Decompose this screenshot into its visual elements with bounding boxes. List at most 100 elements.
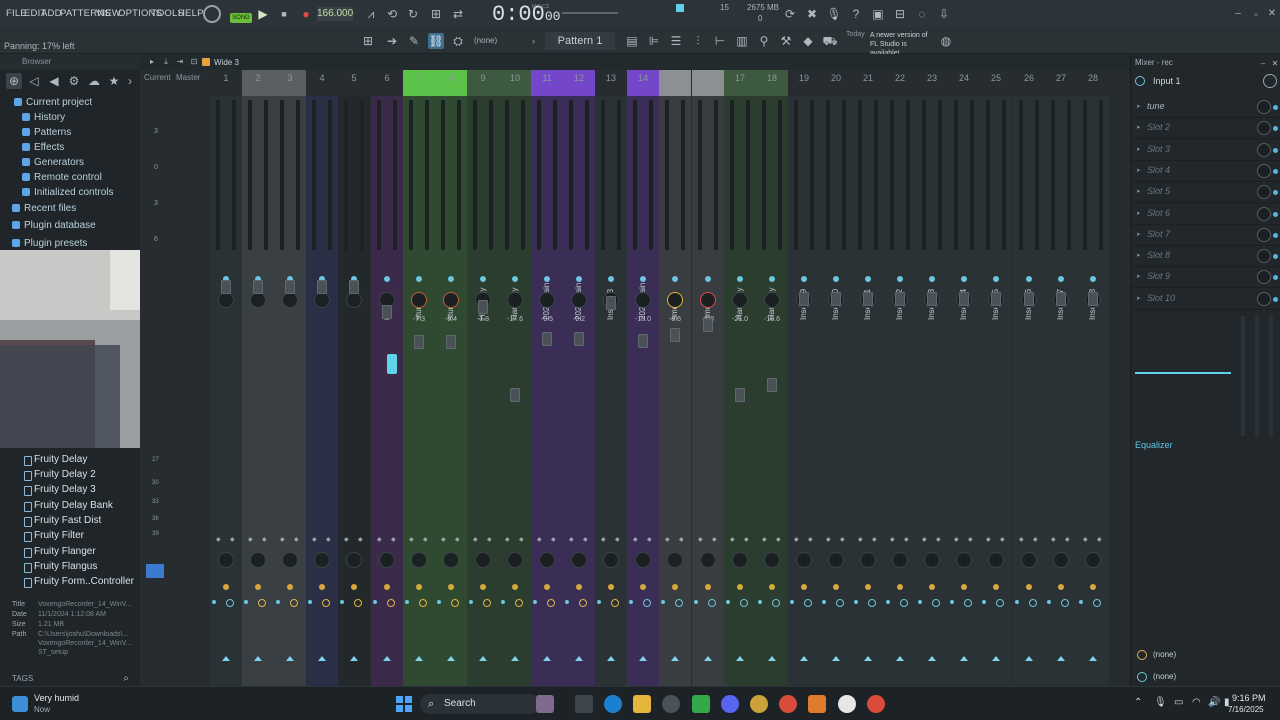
swap-left-icon[interactable]: ◆ [569, 536, 574, 543]
route-led[interactable] [244, 600, 248, 604]
slot-mix-knob[interactable] [1257, 206, 1271, 221]
route-arrow-icon[interactable] [222, 656, 230, 661]
output-selector[interactable]: (none) [1153, 650, 1176, 659]
send-switch[interactable] [319, 584, 325, 590]
swap-left-icon[interactable]: ◆ [826, 536, 831, 543]
snap-selector[interactable]: (none) [474, 36, 497, 45]
strip-enable-led[interactable] [801, 276, 807, 282]
strip-number[interactable]: 18 [756, 70, 788, 96]
stereo-separation-knob[interactable] [250, 552, 266, 568]
send-switch[interactable] [1026, 584, 1032, 590]
volume-fader[interactable] [895, 292, 905, 306]
stereo-separation-knob[interactable] [1053, 552, 1069, 568]
strip-enable-led[interactable] [480, 276, 486, 282]
plugin-item[interactable]: Fruity Form..Controller [23, 576, 134, 588]
swap-left-icon[interactable]: ◆ [377, 536, 382, 543]
strip-number[interactable]: 25 [980, 70, 1012, 96]
route-knob[interactable] [419, 599, 427, 607]
recording-mode-icon[interactable] [203, 5, 221, 23]
swap-left-icon[interactable]: ◆ [665, 536, 670, 543]
volume-fader[interactable] [799, 292, 809, 306]
slot-mix-knob[interactable] [1257, 227, 1271, 242]
eq-curve[interactable] [1135, 372, 1231, 374]
mixer-strip[interactable]: 23Insert 23◆◆ [916, 70, 948, 686]
gift-icon[interactable]: ◆ [800, 33, 816, 49]
panel-close-icon[interactable]: ✕ [1267, 56, 1280, 72]
send-switch[interactable] [993, 584, 999, 590]
send-switch[interactable] [416, 584, 422, 590]
route-knob[interactable] [579, 599, 587, 607]
route-knob[interactable] [772, 599, 780, 607]
mixer-strip[interactable]: 2 ◆ ◆ [242, 70, 274, 686]
route-arrow-icon[interactable] [704, 656, 712, 661]
preset-folder-icon[interactable] [202, 58, 210, 66]
swap-left-icon[interactable]: ◆ [216, 536, 221, 543]
stereo-separation-knob[interactable] [314, 552, 330, 568]
slot-arrow-icon[interactable]: ▸ [1137, 123, 1141, 131]
effect-slot[interactable]: ▸ Slot 5 [1131, 183, 1280, 204]
strip-enable-led[interactable] [865, 276, 871, 282]
play-icon[interactable]: ▶ [255, 6, 271, 22]
route-led[interactable] [276, 600, 280, 604]
playlist-icon[interactable]: ⊞ [360, 33, 376, 49]
link-icon[interactable]: ⛓ [428, 33, 444, 49]
tree-plugin-database[interactable]: Plugin database [12, 220, 96, 231]
close-icon[interactable]: ✕ [1264, 6, 1280, 22]
stop-icon[interactable]: ■ [276, 6, 292, 22]
send-switch[interactable] [576, 584, 582, 590]
pattern-selector[interactable]: Pattern 1 [545, 32, 615, 50]
plugin-db-icon[interactable]: ▥ [734, 33, 750, 49]
plugin-item[interactable]: Fruity Fast Dist [23, 515, 101, 527]
volume-fader[interactable] [253, 280, 263, 294]
route-arrow-icon[interactable] [479, 656, 487, 661]
send-switch[interactable] [929, 584, 935, 590]
volume-fader[interactable] [221, 280, 231, 294]
send-switch[interactable] [351, 584, 357, 590]
strip-number[interactable]: 13 [595, 70, 627, 96]
volume-fader[interactable] [414, 335, 424, 349]
swap-left-icon[interactable]: ◆ [505, 536, 510, 543]
send-switch[interactable] [672, 584, 678, 590]
pan-knob[interactable] [314, 292, 330, 308]
route-arrow-icon[interactable] [415, 656, 423, 661]
swap-right-icon[interactable]: ◆ [936, 536, 941, 543]
volume-fader[interactable] [767, 378, 777, 392]
obs-icon[interactable] [838, 695, 856, 713]
volume-fader[interactable] [1056, 292, 1066, 306]
monitor-tray-icon[interactable]: ▭ [1174, 697, 1183, 708]
pan-knob[interactable] [764, 292, 780, 308]
search-icon[interactable]: ⌕ [118, 671, 134, 687]
selected-strip-fader[interactable] [387, 354, 397, 374]
mixer-strip[interactable]: 122020 Main-9.2◆◆ [563, 70, 595, 686]
slot-enable-led[interactable] [1273, 296, 1278, 302]
chevron-right-icon[interactable]: › [122, 73, 138, 89]
eq-band-slider[interactable] [1255, 316, 1259, 436]
strip-number[interactable]: 11 [531, 70, 563, 96]
swap-left-icon[interactable]: ◆ [858, 536, 863, 543]
swap-right-icon[interactable]: ◆ [1000, 536, 1005, 543]
cart-icon[interactable]: ⛟ [822, 33, 838, 49]
volume-fader[interactable] [959, 292, 969, 306]
metronome-icon[interactable]: ⩘ [363, 6, 379, 22]
route-arrow-icon[interactable] [736, 656, 744, 661]
send-switch[interactable] [448, 584, 454, 590]
cloud-icon[interactable]: ☁ [86, 73, 102, 89]
volume-fader[interactable] [542, 332, 552, 346]
weather-icon[interactable] [12, 696, 28, 712]
strip-enable-led[interactable] [448, 276, 454, 282]
collapse-icon[interactable]: ◁ [26, 73, 42, 89]
network-icon[interactable]: ◠ [1192, 697, 1201, 708]
volume-fader[interactable] [349, 280, 359, 294]
swap-left-icon[interactable]: ◆ [633, 536, 638, 543]
swap-right-icon[interactable]: ◆ [551, 536, 556, 543]
route-knob[interactable] [964, 599, 972, 607]
start-icon[interactable] [396, 696, 412, 712]
channel-rack-icon[interactable]: ☰ [668, 33, 684, 49]
send-switch[interactable] [897, 584, 903, 590]
mixer-strip[interactable]: 5 ◆ ◆ [338, 70, 370, 686]
strip-enable-led[interactable] [1090, 276, 1096, 282]
swap-left-icon[interactable]: ◆ [248, 536, 253, 543]
swap-left-icon[interactable]: ◆ [986, 536, 991, 543]
route-knob[interactable] [932, 599, 940, 607]
master-pitch-slider[interactable] [562, 12, 618, 14]
